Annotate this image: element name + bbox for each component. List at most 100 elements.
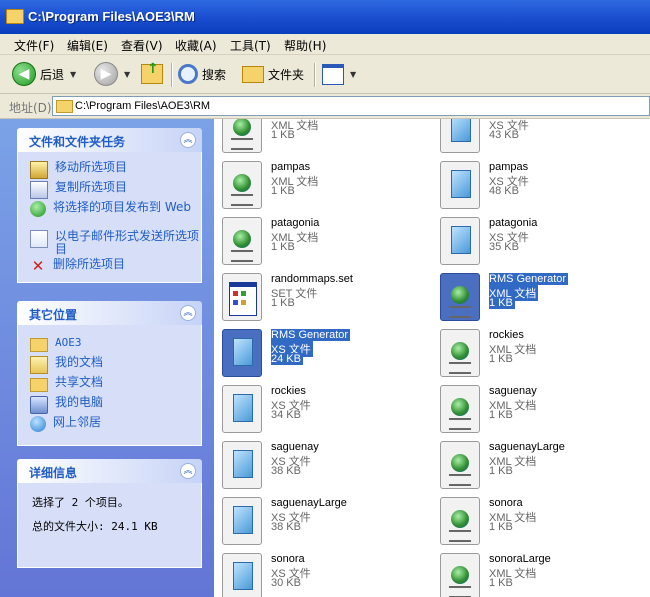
- address-path: C:\Program Files\AOE3\RM: [75, 100, 211, 112]
- file-list[interactable]: XML 文档 1 KB XS 文件 43 KB pampas XML 文档 1 KB pamp…: [214, 119, 650, 597]
- file-item[interactable]: pampas XS 文件 48 KB: [432, 159, 632, 211]
- file-item[interactable]: XS 文件 43 KB: [432, 119, 632, 155]
- globe-icon: [30, 201, 46, 217]
- file-item[interactable]: XML 文档 1 KB: [214, 119, 414, 155]
- places-panel-header[interactable]: 其它位置 ︽: [17, 301, 202, 325]
- collapse-icon[interactable]: ︽: [180, 305, 196, 321]
- folders-button[interactable]: 文件夹: [242, 61, 304, 87]
- file-size: 1 KB: [489, 409, 513, 421]
- file-size: 1 KB: [271, 297, 295, 309]
- dropdown-arrow-icon[interactable]: ▼: [124, 70, 130, 79]
- collapse-icon[interactable]: ︽: [180, 463, 196, 479]
- menu-favorites[interactable]: 收藏(A): [175, 37, 217, 54]
- place-my-computer-label: 我的电脑: [55, 395, 104, 409]
- place-network[interactable]: 网上邻居: [30, 416, 101, 432]
- task-publish[interactable]: 将选择的项目发布到 Web: [30, 201, 198, 217]
- window-title: C:\Program Files\AOE3\RM: [28, 9, 195, 24]
- details-panel-header[interactable]: 详细信息 ︽: [17, 459, 202, 483]
- file-item[interactable]: rockies XS 文件 34 KB: [214, 383, 414, 435]
- file-name: saguenay: [489, 385, 537, 397]
- file-size: 1 KB: [489, 465, 513, 477]
- address-input[interactable]: C:\Program Files\AOE3\RM: [52, 96, 650, 116]
- details-panel-title: 详细信息: [29, 466, 78, 480]
- file-name: RMS Generator: [489, 273, 569, 285]
- details-panel: 详细信息 ︽ 选择了 2 个项目。 总的文件大小: 24.1 KB: [17, 459, 202, 568]
- file-item[interactable]: saguenayLarge XS 文件 38 KB: [214, 495, 414, 547]
- menu-tools[interactable]: 工具(T): [230, 37, 271, 54]
- back-label: 后退: [40, 67, 65, 82]
- task-publish-label: 将选择的项目发布到 Web: [53, 200, 191, 214]
- xs-file-icon: [222, 497, 262, 545]
- place-shared-documents[interactable]: 共享文档: [30, 376, 103, 392]
- xs-file-icon: [222, 553, 262, 597]
- file-item[interactable]: sonora XS 文件 30 KB: [214, 551, 414, 597]
- search-button[interactable]: 搜索: [178, 61, 226, 87]
- task-email[interactable]: 以电子邮件形式发送所选项目: [30, 230, 200, 256]
- menu-file[interactable]: 文件(F): [14, 37, 54, 54]
- task-move[interactable]: 移动所选项目: [30, 161, 127, 179]
- back-arrow-icon: ◀: [12, 62, 36, 86]
- details-total-size: 总的文件大小: 24.1 KB: [32, 520, 158, 533]
- xml-file-icon: [440, 441, 480, 489]
- file-name: saguenay: [271, 441, 319, 453]
- places-panel-body: AOE3 我的文档 共享文档 我的电脑 网上邻居: [17, 325, 202, 446]
- collapse-icon[interactable]: ︽: [180, 132, 196, 148]
- xml-file-icon: [440, 553, 480, 597]
- settings-file-icon: [222, 273, 262, 321]
- file-item[interactable]: sonora XML 文档 1 KB: [432, 495, 632, 547]
- file-size: 30 KB: [271, 577, 301, 589]
- file-item[interactable]: saguenay XS 文件 38 KB: [214, 439, 414, 491]
- xs-file-icon: [440, 161, 480, 209]
- task-email-label: 以电子邮件形式发送所选项目: [55, 229, 200, 256]
- folder-icon: [6, 9, 24, 24]
- place-my-documents[interactable]: 我的文档: [30, 356, 103, 374]
- file-item[interactable]: rockies XML 文档 1 KB: [432, 327, 632, 379]
- title-bar[interactable]: C:\Program Files\AOE3\RM: [0, 0, 650, 34]
- task-delete[interactable]: ✕ 删除所选项目: [30, 258, 125, 275]
- file-item[interactable]: patagonia XML 文档 1 KB: [214, 215, 414, 267]
- file-name: saguenayLarge: [489, 441, 565, 453]
- file-item[interactable]: randommaps.set SET 文件 1 KB: [214, 271, 414, 323]
- file-item[interactable]: pampas XML 文档 1 KB: [214, 159, 414, 211]
- dropdown-arrow-icon[interactable]: ▼: [70, 70, 76, 79]
- copy-icon: [30, 181, 48, 199]
- file-size: 1 KB: [271, 129, 295, 141]
- file-item[interactable]: sonoraLarge XML 文档 1 KB: [432, 551, 632, 597]
- folder-icon: [30, 338, 48, 352]
- task-copy[interactable]: 复制所选项目: [30, 181, 127, 199]
- place-aoe3[interactable]: AOE3: [30, 336, 82, 352]
- up-button[interactable]: ↑: [141, 61, 163, 87]
- place-my-documents-label: 我的文档: [55, 355, 104, 369]
- file-size: 1 KB: [489, 521, 513, 533]
- file-item[interactable]: saguenay XML 文档 1 KB: [432, 383, 632, 435]
- forward-button[interactable]: ▶ ▼: [94, 61, 130, 87]
- menu-help[interactable]: 帮助(H): [284, 37, 326, 54]
- back-button[interactable]: ◀ 后退 ▼: [12, 61, 76, 87]
- dropdown-arrow-icon[interactable]: ▼: [350, 70, 356, 79]
- folder-icon: [242, 65, 264, 83]
- place-network-label: 网上邻居: [53, 415, 102, 429]
- xml-file-icon: [440, 497, 480, 545]
- menu-view[interactable]: 查看(V): [121, 37, 163, 54]
- tasks-panel: 文件和文件夹任务 ︽ 移动所选项目 复制所选项目 将选择的项目发布到 Web 以…: [17, 128, 202, 283]
- xml-file-icon: [222, 119, 262, 153]
- file-size: 1 KB: [489, 353, 513, 365]
- file-item[interactable]: saguenayLarge XML 文档 1 KB: [432, 439, 632, 491]
- file-item[interactable]: patagonia XS 文件 35 KB: [432, 215, 632, 267]
- file-name: sonoraLarge: [489, 553, 551, 565]
- file-size: 1 KB: [489, 577, 513, 589]
- place-my-computer[interactable]: 我的电脑: [30, 396, 103, 414]
- file-item[interactable]: RMS Generator XS 文件 24 KB: [214, 327, 414, 379]
- xs-file-icon: [440, 217, 480, 265]
- xs-file-icon: [222, 441, 262, 489]
- tasks-panel-header[interactable]: 文件和文件夹任务 ︽: [17, 128, 202, 152]
- views-button[interactable]: ▼: [322, 61, 356, 87]
- task-move-label: 移动所选项目: [55, 160, 128, 174]
- file-item[interactable]: RMS Generator XML 文档 1 KB: [432, 271, 632, 323]
- places-panel-title: 其它位置: [29, 308, 78, 322]
- tasks-panel-title: 文件和文件夹任务: [29, 135, 126, 149]
- task-pane: 文件和文件夹任务 ︽ 移动所选项目 复制所选项目 将选择的项目发布到 Web 以…: [0, 119, 214, 597]
- file-size: 1 KB: [489, 297, 515, 309]
- tasks-panel-body: 移动所选项目 复制所选项目 将选择的项目发布到 Web 以电子邮件形式发送所选项…: [17, 152, 202, 283]
- menu-edit[interactable]: 编辑(E): [67, 37, 108, 54]
